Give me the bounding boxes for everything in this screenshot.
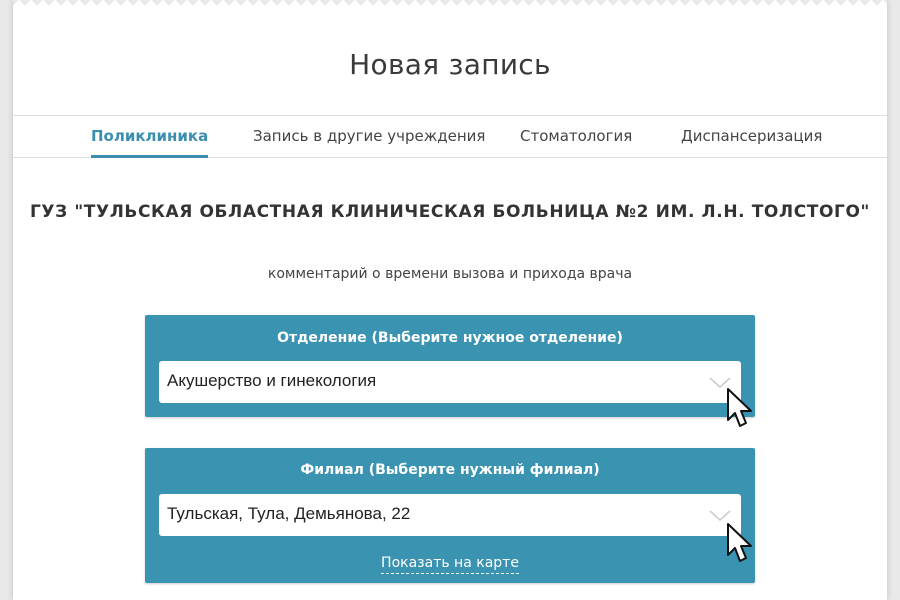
page-sheet: Новая запись Поликлиника Запись в другие… — [13, 0, 887, 600]
mouse-cursor-icon — [727, 388, 752, 427]
tab-polyclinic[interactable]: Поликлиника — [91, 116, 209, 158]
branch-select[interactable]: Тульская, Тула, Демьянова, 22 — [159, 494, 741, 536]
department-panel: Отделение (Выберите нужное отделение) Ак… — [145, 315, 755, 427]
branch-panel: Филиал (Выберите нужный филиал) Тульская… — [145, 448, 755, 583]
tab-dentistry[interactable]: Стоматология — [520, 116, 632, 157]
chevron-down-icon — [709, 510, 731, 522]
organization-name: ГУЗ "ТУЛЬСКАЯ ОБЛАСТНАЯ КЛИНИЧЕСКАЯ БОЛЬ… — [30, 202, 870, 222]
tab-bar: Поликлиника Запись в другие учреждения С… — [13, 115, 887, 158]
department-label: Отделение (Выберите нужное отделение) — [277, 330, 623, 346]
branch-label: Филиал (Выберите нужный филиал) — [300, 462, 600, 478]
show-on-map-link-wrap: Показать на карте — [145, 552, 755, 574]
department-value: Акушерство и гинекология — [167, 371, 377, 390]
department-select[interactable]: Акушерство и гинекология — [159, 361, 741, 403]
torn-paper-edge — [13, 0, 887, 14]
tab-dispensary[interactable]: Диспансеризация — [681, 116, 822, 157]
tab-other-institutions[interactable]: Запись в другие учреждения — [253, 116, 485, 157]
show-on-map-link[interactable]: Показать на карте — [381, 555, 519, 574]
page-title: Новая запись — [349, 48, 551, 81]
branch-value: Тульская, Тула, Демьянова, 22 — [167, 504, 411, 523]
visit-comment: комментарий о времени вызова и прихода в… — [267, 266, 633, 282]
mouse-cursor-icon — [727, 523, 752, 562]
